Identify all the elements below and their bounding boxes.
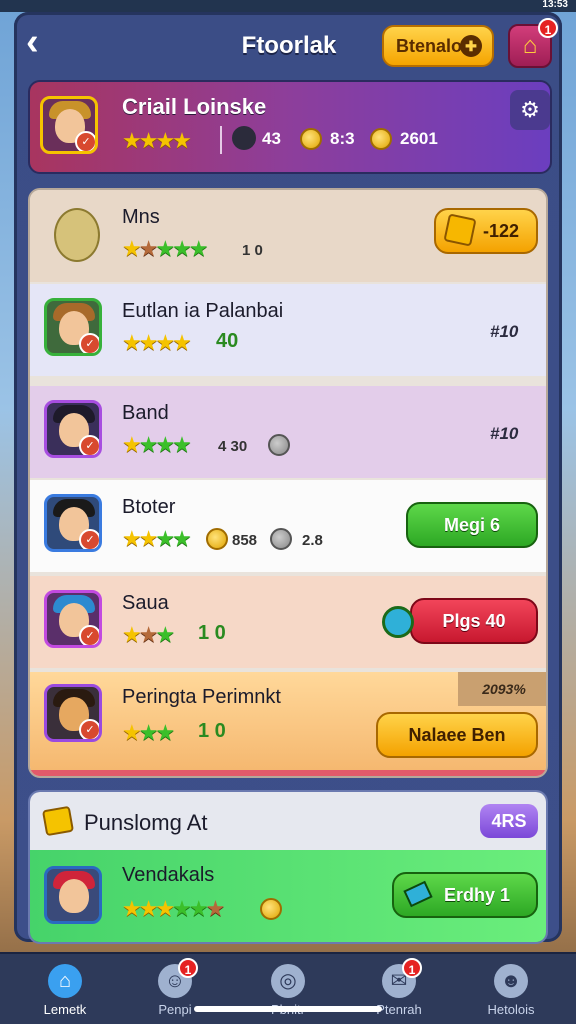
bonus-section: Punslomg At 4RS Vendakals ★★★★★★ Erdhy 1 bbox=[28, 790, 548, 944]
action-button[interactable]: Erdhy 1 bbox=[392, 872, 538, 918]
avatar: ✓ bbox=[44, 298, 102, 356]
bottom-nav: ⌂ Lemetk ☺ 1 Penpi ◎ Pbnitr ✉ 1 Ptenrah … bbox=[0, 952, 576, 1024]
status-time: 13:53 bbox=[542, 0, 568, 10]
rank-badge-icon: ✓ bbox=[75, 131, 95, 151]
rating-stars: ★★★ bbox=[122, 720, 175, 745]
header-action-button[interactable]: Btenalo ✚ bbox=[382, 25, 494, 67]
nav-item-messages[interactable]: ✉ 1 Ptenrah bbox=[344, 954, 454, 1024]
plus-icon: ✚ bbox=[460, 35, 482, 57]
search-icon: ◎ bbox=[271, 964, 305, 998]
player-icon bbox=[232, 126, 256, 150]
rating-stars: ★★★★★ bbox=[122, 236, 209, 261]
section-header: Punslomg At 4RS bbox=[30, 792, 546, 850]
rank-badge-icon: ✓ bbox=[79, 719, 99, 739]
nav-item-home[interactable]: ⌂ Lemetk bbox=[10, 954, 120, 1024]
back-button[interactable]: ‹ bbox=[26, 23, 58, 62]
avatar: ✓ bbox=[44, 684, 102, 742]
coin-icon bbox=[260, 898, 282, 920]
list-panel: Mns ★★★★★ 1 0 -122 ✓ Eutlan ia Palanbai … bbox=[28, 188, 548, 778]
status-bar: 13:53 bbox=[0, 0, 576, 12]
profile-stars: ★★★★ bbox=[122, 128, 192, 153]
coin-icon bbox=[270, 528, 292, 550]
profile-name: Criail Loinske bbox=[122, 94, 267, 119]
stat-b: 8:3 bbox=[330, 129, 355, 148]
list-item[interactable]: ✓ Eutlan ia Palanbai ★★★★ 40 #10 bbox=[30, 284, 546, 376]
action-button[interactable]: Megi 6 bbox=[406, 502, 538, 548]
home-indicator[interactable] bbox=[194, 1006, 382, 1012]
rank-badge-icon: ✓ bbox=[79, 435, 99, 455]
avatar bbox=[44, 866, 102, 924]
rating-stars: ★★★★ bbox=[122, 330, 192, 355]
list-item[interactable]: ✓ Peringta Perimnkt ★★★ 1 0 2093% Nalaee… bbox=[30, 672, 546, 776]
page-title: Ftoorlak bbox=[241, 32, 337, 59]
coin-icon bbox=[300, 128, 322, 150]
list-item[interactable]: ✓ Saua ★★★ 1 0 Plgs 40 bbox=[30, 576, 546, 668]
section-title: Punslomg At bbox=[84, 810, 208, 835]
stat-a: 43 bbox=[262, 129, 281, 148]
nav-item-chat[interactable]: ☺ 1 Penpi bbox=[120, 954, 230, 1024]
rating-stars: ★★★★ bbox=[122, 526, 192, 551]
coin-icon bbox=[268, 434, 290, 456]
nav-item-profile[interactable]: ☻ Hetolois bbox=[456, 954, 566, 1024]
rating-stars: ★★★★ bbox=[122, 432, 192, 457]
avatar: ✓ bbox=[44, 400, 102, 458]
play-icon bbox=[382, 606, 414, 638]
home-icon: ⌂ bbox=[48, 964, 82, 998]
home-shop-button[interactable]: ⌂ 1 bbox=[508, 18, 558, 68]
divider bbox=[220, 126, 222, 154]
count-pill[interactable]: 4RS bbox=[480, 804, 538, 838]
list-item[interactable]: Vendakals ★★★★★★ Erdhy 1 bbox=[30, 850, 546, 942]
rank-badge-icon: ✓ bbox=[79, 529, 99, 549]
gear-icon[interactable]: ⚙ bbox=[510, 90, 550, 130]
notification-badge: 1 bbox=[538, 18, 558, 38]
list-item[interactable]: Mns ★★★★★ 1 0 -122 bbox=[30, 190, 546, 282]
stat-c: 2601 bbox=[400, 129, 438, 148]
profile-avatar: ✓ bbox=[40, 96, 98, 154]
rating-stars: ★★★★★★ bbox=[122, 896, 225, 921]
rank-badge-icon: ✓ bbox=[79, 333, 99, 353]
rating-stars: ★★★ bbox=[122, 622, 175, 647]
profile-icon: ☻ bbox=[494, 964, 528, 998]
action-button[interactable]: -122 bbox=[434, 208, 538, 254]
avatar: ✓ bbox=[44, 494, 102, 552]
top-bar: ‹ Ftoorlak Btenalo ✚ ⌂ 1 bbox=[14, 12, 562, 76]
chest-icon bbox=[443, 213, 477, 247]
chest-icon bbox=[41, 805, 75, 837]
coin-icon bbox=[206, 528, 228, 550]
avatar: ✓ bbox=[44, 590, 102, 648]
action-button[interactable]: Nalaee Ben bbox=[376, 712, 538, 758]
coin-icon bbox=[370, 128, 392, 150]
action-button[interactable]: Plgs 40 bbox=[382, 598, 538, 644]
rank-badge-icon: ✓ bbox=[79, 625, 99, 645]
percent-tag: 2093% bbox=[458, 672, 546, 706]
sprout-avatar-icon bbox=[54, 208, 100, 262]
list-item[interactable]: ✓ Band ★★★★ 4 30 #10 bbox=[30, 386, 546, 478]
list-item[interactable]: ✓ Btoter ★★★★ 858 2.8 Megi 6 bbox=[30, 480, 546, 572]
nav-item-search[interactable]: ◎ Pbnitr bbox=[233, 954, 343, 1024]
profile-card[interactable]: ✓ Criail Loinske ★★★★ 43 8:3 2601 ⚙ bbox=[28, 80, 552, 174]
